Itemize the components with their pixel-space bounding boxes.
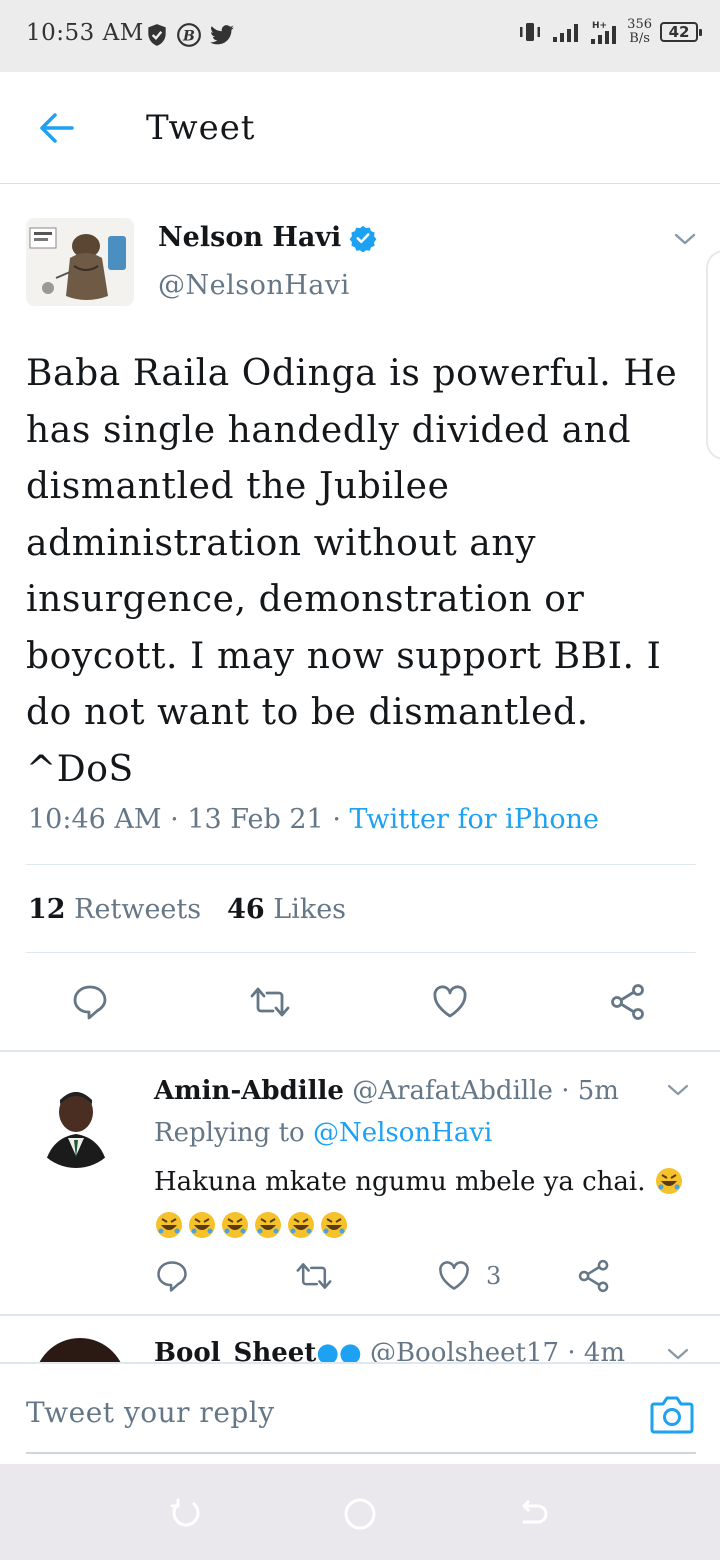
tweet-stats: 12 Retweets 46 Likes bbox=[28, 894, 346, 925]
edge-panel-handle[interactable] bbox=[706, 250, 720, 460]
reply-avatar[interactable] bbox=[30, 1076, 122, 1168]
rofl-emoji-icon bbox=[222, 1212, 248, 1238]
notification-icons: B bbox=[144, 22, 236, 48]
replying-to: Replying to @NelsonHavi bbox=[154, 1118, 492, 1148]
reply-like-count: 3 bbox=[486, 1262, 502, 1290]
tweet-actions bbox=[0, 980, 720, 1024]
author-handle[interactable]: @NelsonHavi bbox=[158, 270, 350, 301]
input-underline bbox=[26, 1452, 696, 1454]
recents-icon[interactable] bbox=[166, 1494, 206, 1534]
reply-2-header: Bool_Sheet●● @Boolsheet17 · 4m bbox=[154, 1338, 625, 1362]
reply-2: Bool_Sheet●● @Boolsheet17 · 4m bbox=[0, 1316, 720, 1362]
rofl-emoji-icon bbox=[655, 1168, 682, 1194]
meta-separator: · bbox=[332, 804, 350, 835]
meta-separator: · bbox=[170, 804, 188, 835]
author-avatar[interactable] bbox=[26, 218, 134, 306]
status-time: 10:53 AM bbox=[26, 20, 144, 46]
reply-input[interactable]: Tweet your reply bbox=[26, 1396, 275, 1429]
heart-icon bbox=[433, 985, 467, 1018]
back-nav-icon[interactable] bbox=[514, 1494, 554, 1534]
author-name-text: Nelson Havi bbox=[158, 222, 342, 253]
status-bar: 10:53 AM B H+ 356 B/s 42 bbox=[0, 0, 720, 72]
reply-2-author-handle[interactable]: @Boolsheet17 bbox=[370, 1338, 559, 1362]
retweets-stat[interactable]: 12 Retweets bbox=[28, 894, 201, 925]
chevron-down-icon[interactable] bbox=[666, 1342, 690, 1362]
signal-4g-icon: H+ bbox=[591, 21, 617, 44]
tweet-source-link[interactable]: Twitter for iPhone bbox=[349, 804, 599, 835]
reply-2-avatar[interactable] bbox=[34, 1338, 126, 1362]
reply-2-age: 4m bbox=[583, 1338, 626, 1362]
verified-badge-icon bbox=[349, 225, 377, 252]
signal-icon bbox=[553, 24, 579, 42]
reply-author-handle[interactable]: @ArafatAbdille bbox=[352, 1076, 553, 1106]
divider bbox=[26, 952, 696, 953]
reply-author-name[interactable]: Amin-Abdille bbox=[154, 1076, 344, 1106]
net-speed-value: 356 bbox=[627, 17, 652, 32]
heart-icon bbox=[439, 1261, 469, 1290]
rofl-emoji-icon bbox=[288, 1212, 314, 1238]
vibrate-icon bbox=[520, 23, 541, 41]
arrow-left-icon bbox=[40, 113, 74, 143]
net-speed: 356 B/s bbox=[627, 18, 652, 46]
battery-icon: 42 bbox=[660, 22, 702, 42]
reply-button[interactable] bbox=[68, 980, 112, 1024]
svg-text:H+: H+ bbox=[592, 21, 607, 31]
share-button[interactable] bbox=[606, 980, 650, 1024]
top-app-bar: Tweet bbox=[0, 72, 720, 184]
page-title: Tweet bbox=[146, 108, 256, 148]
chevron-down-icon[interactable] bbox=[672, 226, 698, 252]
like-button[interactable] bbox=[428, 980, 472, 1024]
system-nav-bar bbox=[0, 1464, 720, 1560]
tweet-meta: 10:46 AM · 13 Feb 21 · Twitter for iPhon… bbox=[28, 804, 599, 835]
footprints-emoji-icon: ●● bbox=[316, 1338, 362, 1362]
likes-count: 46 bbox=[227, 894, 265, 925]
reply-icon bbox=[73, 985, 107, 1020]
reply-text: Hakuna mkate ngumu mbele ya chai. bbox=[154, 1160, 694, 1248]
reply-share-button[interactable] bbox=[576, 1256, 612, 1296]
replying-prefix: Replying to bbox=[154, 1118, 305, 1148]
rofl-emoji-icon bbox=[189, 1212, 215, 1238]
likes-label: Likes bbox=[273, 894, 347, 925]
meta-separator: · bbox=[567, 1338, 584, 1362]
reply-2-author-name[interactable]: Bool_Sheet bbox=[154, 1338, 316, 1362]
share-icon bbox=[578, 1259, 609, 1293]
divider bbox=[0, 1050, 720, 1052]
reply-like-button[interactable]: 3 bbox=[436, 1256, 501, 1296]
rofl-emoji-icon bbox=[255, 1212, 281, 1238]
reply-text-body: Hakuna mkate ngumu mbele ya chai. bbox=[154, 1167, 646, 1197]
rofl-emoji-icon bbox=[156, 1212, 182, 1238]
author-name[interactable]: Nelson Havi bbox=[158, 222, 377, 253]
share-icon bbox=[611, 984, 644, 1020]
meta-separator: · bbox=[561, 1076, 578, 1106]
svg-text:B: B bbox=[182, 28, 195, 44]
likes-stat[interactable]: 46 Likes bbox=[227, 894, 346, 925]
shield-icon bbox=[148, 24, 166, 46]
reply-actions: 3 bbox=[0, 1256, 720, 1296]
twitter-bird-icon bbox=[210, 25, 234, 45]
retweet-button[interactable] bbox=[248, 980, 292, 1024]
tweet-text: Baba Raila Odinga is powerful. He has si… bbox=[26, 353, 678, 790]
retweets-count: 12 bbox=[28, 894, 66, 925]
tweet-time: 10:46 AM bbox=[28, 804, 162, 835]
chevron-down-icon[interactable] bbox=[666, 1078, 690, 1102]
home-icon[interactable] bbox=[340, 1494, 380, 1534]
retweet-icon bbox=[250, 987, 290, 1017]
reply-header: Amin-Abdille @ArafatAbdille · 5m bbox=[154, 1076, 619, 1106]
tweet-date: 13 Feb 21 bbox=[187, 804, 324, 835]
camera-icon[interactable] bbox=[648, 1392, 696, 1436]
b-badge-icon: B bbox=[177, 23, 201, 47]
reply-composer: Tweet your reply bbox=[0, 1362, 720, 1464]
reply-retweet-button[interactable] bbox=[294, 1256, 334, 1296]
divider bbox=[26, 864, 696, 865]
back-button[interactable] bbox=[30, 106, 82, 150]
retweet-icon bbox=[296, 1263, 332, 1289]
replying-mention-link[interactable]: @NelsonHavi bbox=[313, 1118, 492, 1148]
retweets-label: Retweets bbox=[74, 894, 202, 925]
reply-icon bbox=[157, 1261, 187, 1292]
reply-age: 5m bbox=[577, 1076, 619, 1106]
reply-reply-button[interactable] bbox=[154, 1256, 190, 1296]
net-speed-unit: B/s bbox=[629, 31, 650, 46]
system-icons: H+ 356 B/s 42 bbox=[517, 18, 702, 46]
rofl-emoji-icon bbox=[321, 1212, 347, 1238]
